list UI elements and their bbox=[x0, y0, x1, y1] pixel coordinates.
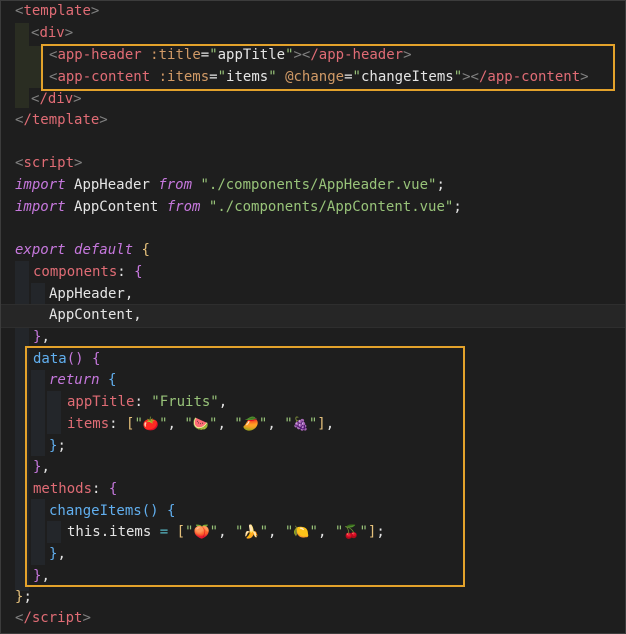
code-line: </script> bbox=[15, 610, 91, 626]
indent-guide bbox=[15, 23, 29, 108]
code-line: <template> bbox=[15, 3, 100, 19]
code-editor[interactable]: <template> <div> <app-header :title="app… bbox=[0, 0, 626, 634]
code-line: <div> bbox=[31, 25, 74, 41]
code-line: export default { bbox=[15, 242, 150, 258]
code-line: <script> bbox=[15, 155, 83, 171]
code-line: AppContent, bbox=[49, 307, 142, 323]
code-line: </template> bbox=[15, 112, 108, 128]
data-methods-highlight-box bbox=[25, 346, 465, 587]
code-line: </div> bbox=[31, 91, 82, 107]
code-line: }; bbox=[15, 589, 32, 605]
code-line: }, bbox=[33, 329, 50, 345]
code-line: import AppContent from "./components/App… bbox=[15, 199, 462, 215]
template-highlight-box bbox=[41, 44, 615, 91]
code-line: import AppHeader from "./components/AppH… bbox=[15, 177, 445, 193]
code-line: components: { bbox=[33, 264, 143, 280]
code-line: AppHeader, bbox=[49, 286, 134, 302]
